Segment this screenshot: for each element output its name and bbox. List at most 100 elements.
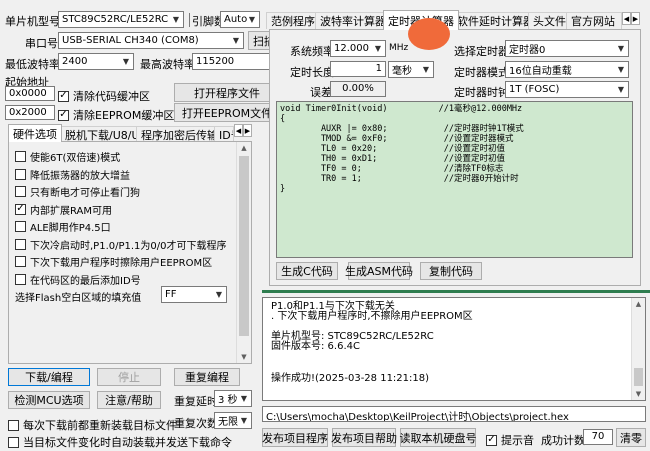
- repeat-count-select[interactable]: 无限 ▼: [214, 412, 252, 429]
- tab-id-number[interactable]: ID号: [214, 126, 234, 142]
- reload-before-download-checkbox[interactable]: 每次下载前都重新装载目标文件: [8, 417, 177, 433]
- chevron-up-icon[interactable]: ▲: [632, 298, 645, 310]
- chevron-left-icon[interactable]: ◀: [234, 124, 243, 137]
- open-eeprom-file-button[interactable]: 打开EEPROM文件: [174, 103, 280, 122]
- chevron-left-icon[interactable]: ◀: [622, 12, 631, 25]
- tab-hardware-options[interactable]: 硬件选项: [8, 124, 62, 142]
- generate-asm-code-button[interactable]: 生成ASM代码: [345, 262, 413, 280]
- detect-mcu-button[interactable]: 检测MCU选项: [8, 391, 90, 409]
- system-frequency-input[interactable]: 12.000 ▼: [330, 40, 386, 57]
- tab-scroll-arrows[interactable]: ◀ ▶: [234, 124, 252, 137]
- option-checkbox[interactable]: 使能6T(双倍速)模式: [15, 149, 120, 164]
- checkbox-box[interactable]: ✓: [486, 434, 497, 446]
- checkbox-box[interactable]: ✓: [58, 109, 69, 121]
- scroll-thumb[interactable]: [634, 368, 643, 386]
- read-disk-id-button[interactable]: 读取本机硬盘号: [400, 428, 477, 447]
- chevron-down-icon[interactable]: ▼: [237, 351, 251, 363]
- chevron-down-icon[interactable]: ▼: [632, 388, 645, 400]
- success-count-value: 70: [583, 429, 613, 445]
- auto-load-checkbox[interactable]: 当目标文件变化时自动装载并发送下载命令: [8, 434, 232, 450]
- auto-load-label: 当目标文件变化时自动装载并发送下载命令: [23, 436, 232, 449]
- timer-unit-select[interactable]: 毫秒 ▼: [388, 61, 434, 78]
- checkbox-box[interactable]: [15, 273, 26, 285]
- checkbox-box[interactable]: [15, 238, 26, 250]
- max-baud-select[interactable]: 115200▼: [192, 53, 280, 70]
- publish-help-button[interactable]: 发布项目帮助: [331, 428, 397, 447]
- tab-header-files[interactable]: 头文件: [528, 12, 571, 29]
- checkbox-box[interactable]: [15, 168, 26, 180]
- checkbox-box[interactable]: ✓: [58, 90, 69, 102]
- tab-official-site[interactable]: 官方网站: [566, 12, 622, 29]
- hex-file-path[interactable]: C:\Users\mocha\Desktop\KeilProject\计时\Ob…: [262, 406, 646, 422]
- publish-program-button[interactable]: 发布项目程序: [262, 428, 328, 447]
- option-checkbox[interactable]: 下次下载用户程序时擦除用户EEPROM区: [15, 254, 212, 269]
- option-checkbox[interactable]: ✓ 内部扩展RAM可用: [15, 202, 112, 217]
- log-line: . 下次下载用户程序时,不擦除用户EEPROM区: [271, 311, 473, 322]
- checkbox-box[interactable]: [15, 221, 26, 232]
- timer-length-label: 定时长度: [290, 66, 334, 79]
- tab-encrypted-transfer[interactable]: 程序加密后传输: [136, 126, 223, 142]
- timer-clock-label: 定时器时钟: [454, 86, 509, 99]
- option-checkbox[interactable]: 降低振荡器的放大增益: [15, 167, 130, 182]
- open-program-file-button[interactable]: 打开程序文件: [174, 83, 280, 102]
- timer-mode-select[interactable]: 16位自动重载 ▼: [505, 61, 629, 78]
- checkbox-box[interactable]: [15, 256, 26, 267]
- copy-code-button[interactable]: 复制代码: [420, 262, 482, 280]
- highlight-mark: [408, 18, 450, 50]
- fill-value-label: 选择Flash空白区域的填充值: [15, 293, 142, 304]
- splitter-divider[interactable]: [262, 290, 650, 293]
- log-scrollbar[interactable]: ▲ ▼: [631, 298, 645, 400]
- repeat-program-button[interactable]: 重复编程: [174, 368, 240, 386]
- checkbox-box[interactable]: [8, 419, 19, 431]
- clear-code-checkbox[interactable]: ✓ 清除代码缓冲区: [58, 88, 150, 104]
- option-checkbox[interactable]: 只有断电才可停止看门狗: [15, 184, 140, 199]
- select-timer-select[interactable]: 定时器0 ▼: [505, 40, 629, 57]
- options-scrollbar[interactable]: ▲ ▼: [236, 142, 251, 363]
- mcu-select[interactable]: STC89C52RC/LE52RC ▼: [58, 11, 184, 28]
- error-label: 误差: [310, 86, 332, 99]
- chevron-up-icon[interactable]: ▲: [237, 142, 251, 154]
- tab-scroll-arrows[interactable]: ◀ ▶: [622, 12, 640, 25]
- option-checkbox[interactable]: 在代码区的最后添加ID号: [15, 272, 141, 287]
- generated-code-area[interactable]: void Timer0Init(void) //1毫秒@12.000MHz { …: [276, 101, 633, 258]
- tab-examples[interactable]: 范例程序: [266, 12, 320, 29]
- pins-select[interactable]: Auto ▼: [220, 11, 260, 28]
- repeat-delay-select[interactable]: 3 秒 ▼: [214, 390, 252, 407]
- fill-value-select[interactable]: FF ▼: [161, 286, 227, 303]
- frequency-unit: MHz: [389, 43, 409, 53]
- start-address-input[interactable]: 0x0000: [5, 86, 55, 101]
- checkbox-box[interactable]: [8, 436, 19, 448]
- scroll-thumb[interactable]: [239, 156, 249, 336]
- clear-count-button[interactable]: 清零: [616, 428, 646, 447]
- tab-delay-calculator[interactable]: 软件延时计算器: [452, 12, 539, 29]
- checkbox-box[interactable]: [15, 151, 26, 162]
- chevron-down-icon: ▼: [617, 65, 625, 74]
- chevron-down-icon: ▼: [617, 44, 625, 53]
- eeprom-address-input[interactable]: 0x2000: [5, 105, 55, 120]
- port-select[interactable]: USB-SERIAL CH340 (COM8) ▼: [58, 32, 244, 49]
- chevron-right-icon[interactable]: ▶: [243, 124, 252, 137]
- min-baud-select[interactable]: 2400 ▼: [58, 53, 134, 70]
- timer-clock-select[interactable]: 1T (FOSC) ▼: [505, 81, 629, 98]
- option-checkbox[interactable]: ALE脚用作P4.5口: [15, 219, 111, 234]
- generate-c-code-button[interactable]: 生成C代码: [276, 262, 338, 280]
- checkbox-box[interactable]: ✓: [15, 203, 26, 215]
- notes-help-button[interactable]: 注意/帮助: [97, 391, 161, 409]
- checkbox-box[interactable]: [15, 186, 26, 197]
- stop-button[interactable]: 停止: [97, 368, 161, 386]
- chevron-down-icon: ▼: [422, 65, 430, 74]
- chevron-down-icon: ▼: [374, 44, 382, 53]
- tab-baud-calculator[interactable]: 波特率计算器: [315, 12, 391, 29]
- chevron-down-icon: ▼: [240, 394, 248, 403]
- timer-unit-value: 毫秒: [392, 66, 412, 77]
- clear-eeprom-checkbox[interactable]: ✓ 清除EEPROM缓冲区: [58, 107, 174, 123]
- option-label: 在代码区的最后添加ID号: [30, 275, 141, 287]
- chevron-down-icon: ▼: [232, 36, 240, 45]
- beep-checkbox[interactable]: ✓ 提示音: [486, 432, 534, 448]
- chevron-right-icon[interactable]: ▶: [631, 12, 640, 25]
- option-checkbox[interactable]: 下次冷启动时,P1.0/P1.1为0/0才可下载程序: [15, 237, 227, 252]
- mcu-label: 单片机型号: [5, 15, 60, 28]
- option-label: 内部扩展RAM可用: [30, 205, 113, 217]
- download-program-button[interactable]: 下载/编程: [8, 368, 90, 386]
- timer-length-input[interactable]: 1: [330, 61, 386, 77]
